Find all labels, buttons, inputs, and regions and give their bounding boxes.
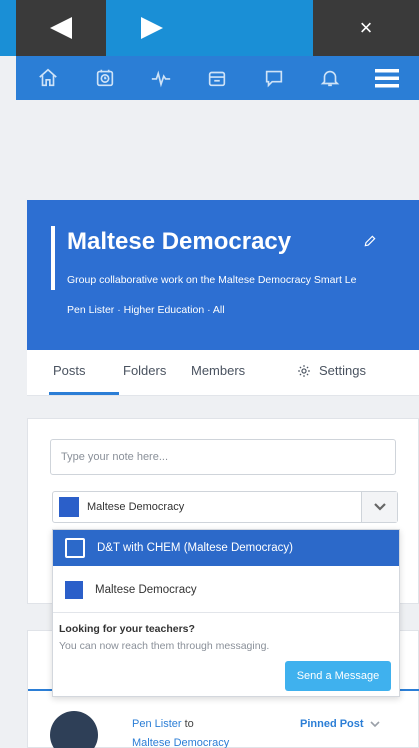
forward-button[interactable] [106,0,198,56]
dropdown-option[interactable]: Maltese Democracy [53,572,399,608]
pinned-post-badge[interactable]: Pinned Post [300,718,380,730]
gear-icon [298,364,310,377]
post-author-line: Pen Lister to [132,718,194,730]
pinned-label: Pinned Post [300,718,364,730]
post-to-word: to [184,718,194,730]
group-accent-bar [51,226,55,290]
back-button[interactable] [16,0,106,56]
menu-icon[interactable] [373,64,401,92]
chat-icon[interactable] [260,64,288,92]
post-group-link[interactable]: Maltese Democracy [132,737,229,748]
group-tabs: Posts Folders Members Settings [27,350,419,396]
group-select[interactable]: Maltese Democracy [52,491,398,523]
group-title: Maltese Democracy [67,228,292,255]
tab-members[interactable]: Members [191,363,245,378]
divider [53,612,399,613]
activity-icon[interactable] [147,64,175,92]
group-header: Maltese Democracy Group collaborative wo… [27,200,419,350]
calendar-icon[interactable] [203,64,231,92]
teachers-subtext: You can now reach them through messaging… [59,640,270,652]
option-swatch [65,538,85,558]
close-button[interactable]: × [313,0,419,56]
tab-settings-label: Settings [319,363,366,378]
send-message-button[interactable]: Send a Message [285,661,391,691]
active-tab-indicator [49,392,119,395]
pencil-icon[interactable] [363,234,377,253]
tab-settings[interactable]: Settings [297,363,366,378]
back-arrow-icon [50,17,72,39]
chevron-down-icon[interactable] [369,720,380,728]
option-swatch [65,581,83,599]
chevron-down-icon[interactable] [361,492,397,522]
group-meta: Pen Lister · Higher Education · All [67,304,225,316]
bell-icon[interactable] [316,64,344,92]
tab-posts[interactable]: Posts [53,363,86,378]
group-dropdown: D&T with CHEM (Maltese Democracy) Maltes… [52,529,400,697]
group-color-swatch [59,497,79,517]
group-select-value: Maltese Democracy [87,501,185,513]
forward-arrow-icon [141,17,163,39]
dropdown-option-label: D&T with CHEM (Maltese Democracy) [97,542,293,554]
dropdown-option-label: Maltese Democracy [95,584,197,596]
group-description: Group collaborative work on the Maltese … [67,274,357,286]
post-author[interactable]: Pen Lister [132,718,182,730]
tab-folders[interactable]: Folders [123,363,166,378]
app-toolbar [16,56,419,100]
teachers-heading: Looking for your teachers? [59,623,195,635]
note-input[interactable] [50,439,396,475]
close-icon: × [359,15,373,40]
browser-nav-bar: × [0,0,419,56]
dropdown-option[interactable]: D&T with CHEM (Maltese Democracy) [53,530,399,566]
clock-icon[interactable] [91,64,119,92]
home-icon[interactable] [34,64,62,92]
